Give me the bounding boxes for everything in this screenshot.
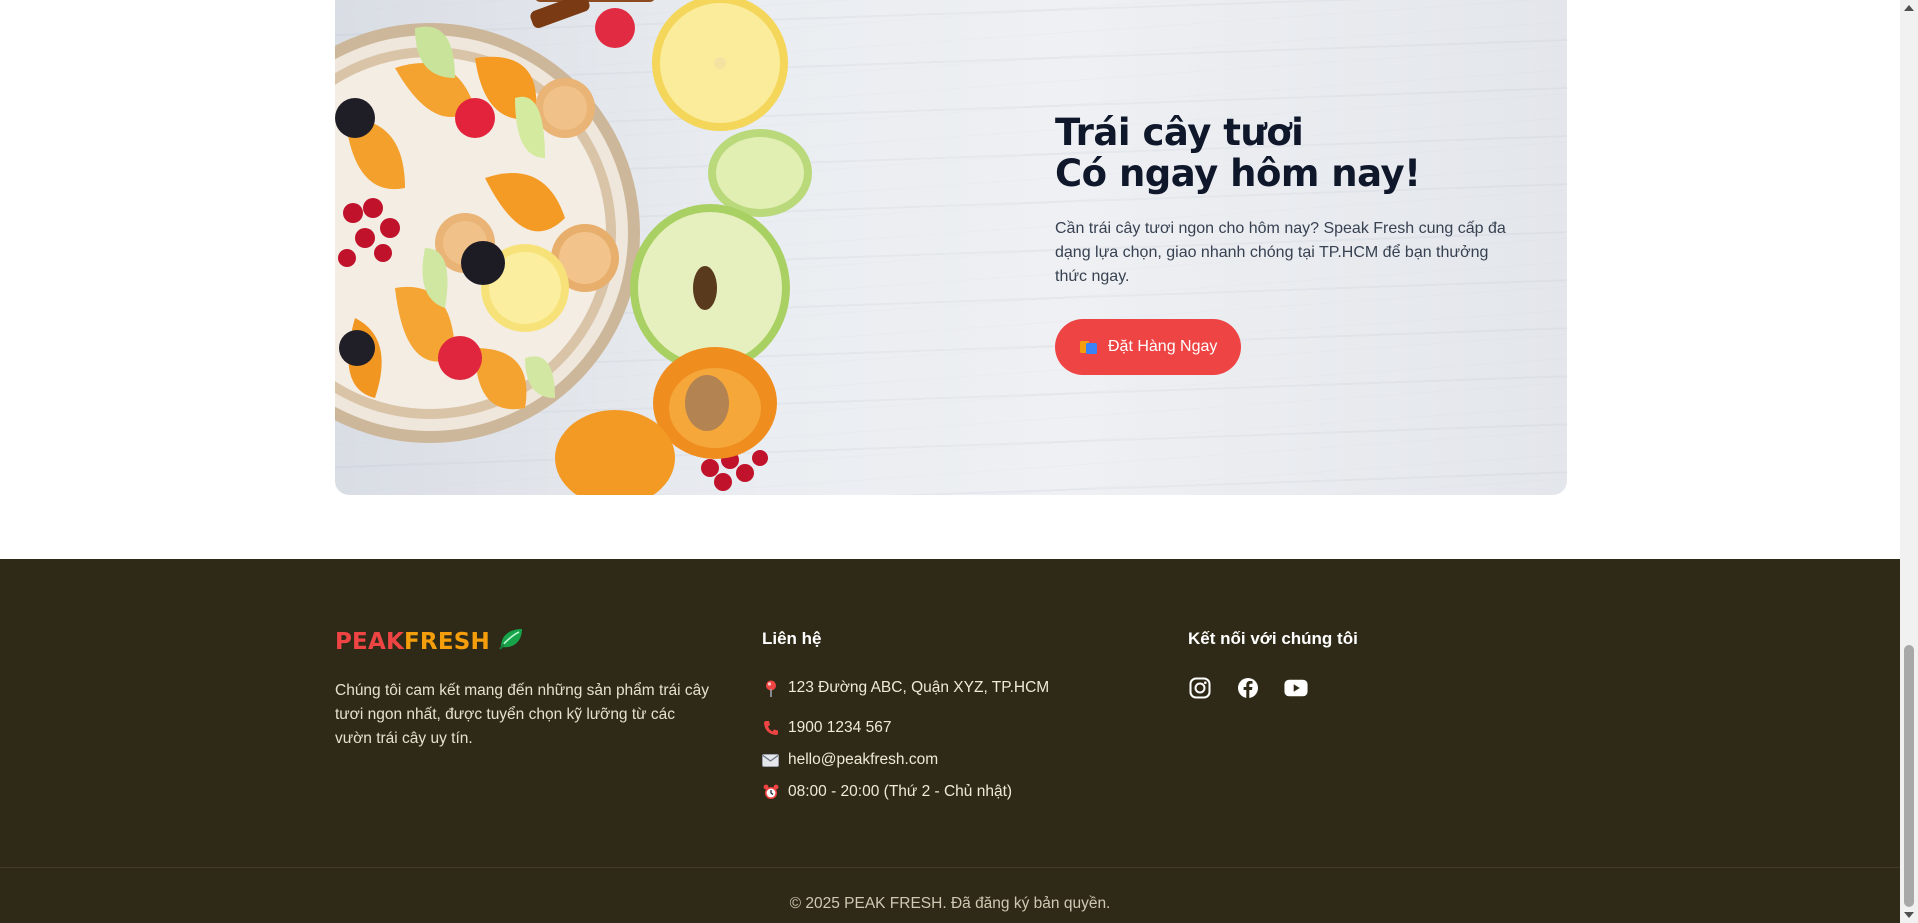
order-now-button[interactable]: Đặt Hàng Ngay bbox=[1055, 319, 1242, 375]
promo-title-line-1: Trái cây tươi bbox=[1055, 111, 1304, 154]
scroll-up-arrow-icon[interactable] bbox=[1900, 0, 1918, 16]
contact-hours: 08:00 - 20:00 (Thứ 2 - Chủ nhật) bbox=[762, 780, 1049, 804]
phone-icon bbox=[762, 720, 779, 737]
brand-name-part-1: PEAK bbox=[335, 629, 404, 655]
contact-email[interactable]: hello@peakfresh.com bbox=[762, 748, 1049, 772]
instagram-icon[interactable] bbox=[1188, 676, 1212, 700]
shopping-cart-icon bbox=[1080, 339, 1098, 355]
order-now-label: Đặt Hàng Ngay bbox=[1108, 338, 1218, 355]
promo-description: Cần trái cây tươi ngon cho hôm nay? Spea… bbox=[1055, 220, 1506, 285]
scrollbar-thumb[interactable] bbox=[1904, 645, 1914, 907]
promo-content: Trái cây tươi Có ngay hôm nay! Cần trái … bbox=[1055, 112, 1515, 375]
social-heading: Kết nối với chúng tôi bbox=[1188, 629, 1358, 648]
social-links bbox=[1188, 676, 1308, 700]
contact-phone[interactable]: 1900 1234 567 bbox=[762, 716, 1049, 740]
contact-email-text: hello@peakfresh.com bbox=[788, 751, 939, 768]
leaf-icon bbox=[498, 627, 524, 657]
promo-title: Trái cây tươi Có ngay hôm nay! bbox=[1055, 112, 1515, 194]
alarm-clock-icon bbox=[762, 784, 779, 801]
promo-title-line-2: Có ngay hôm nay! bbox=[1055, 152, 1421, 195]
site-footer: PEAKFRESH Chúng tôi cam kết mang đến nhữ… bbox=[0, 559, 1900, 923]
contact-heading: Liên hệ bbox=[762, 629, 822, 648]
page: Trái cây tươi Có ngay hôm nay! Cần trái … bbox=[0, 0, 1900, 923]
brand-name-part-2: FRESH bbox=[404, 629, 490, 655]
copyright-text: © 2025 PEAK FRESH. Đã đăng ký bản quyền. bbox=[789, 895, 1111, 912]
footer-divider bbox=[0, 867, 1900, 868]
facebook-icon[interactable] bbox=[1236, 676, 1260, 700]
map-pin-icon bbox=[762, 680, 779, 697]
email-icon bbox=[762, 752, 779, 769]
fruit-platter-image bbox=[335, 0, 812, 495]
contact-address-text: 123 Đường ABC, Quận XYZ, TP.HCM bbox=[788, 679, 1050, 696]
contact-list: 123 Đường ABC, Quận XYZ, TP.HCM 1900 123… bbox=[762, 676, 1049, 804]
contact-phone-text: 1900 1234 567 bbox=[788, 719, 892, 736]
youtube-icon[interactable] bbox=[1284, 676, 1308, 700]
contact-address: 123 Đường ABC, Quận XYZ, TP.HCM bbox=[762, 676, 1049, 700]
footer-about-text: Chúng tôi cam kết mang đến những sản phẩ… bbox=[335, 682, 709, 747]
footer-logo[interactable]: PEAKFRESH bbox=[335, 627, 524, 657]
promo-banner: Trái cây tươi Có ngay hôm nay! Cần trái … bbox=[335, 0, 1567, 495]
contact-hours-text: 08:00 - 20:00 (Thứ 2 - Chủ nhật) bbox=[788, 783, 1013, 800]
scroll-down-arrow-icon[interactable] bbox=[1900, 907, 1918, 923]
vertical-scrollbar[interactable] bbox=[1900, 0, 1918, 923]
